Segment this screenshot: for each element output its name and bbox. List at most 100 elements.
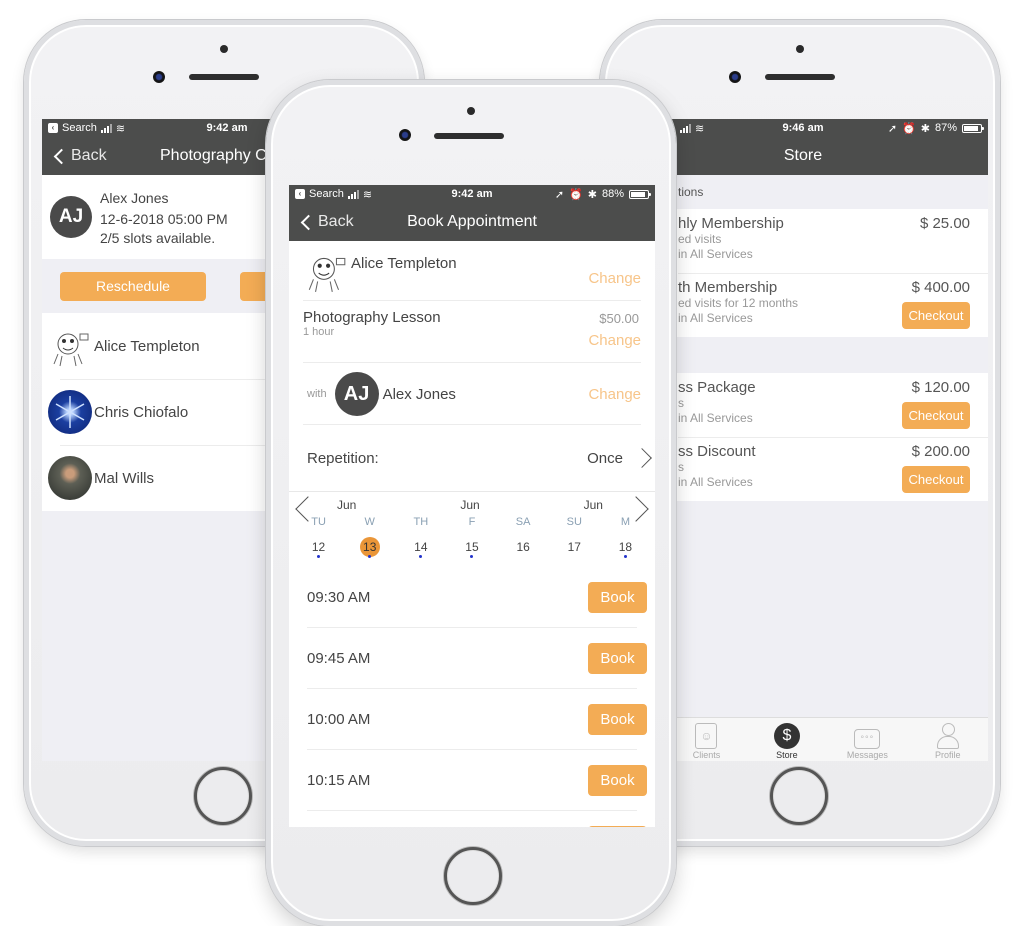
item-scope: in All Services — [678, 311, 753, 325]
service-price: $50.00 — [599, 311, 639, 326]
tab-label: Clients — [692, 750, 721, 760]
front-camera — [729, 71, 741, 83]
book-button[interactable]: Book — [588, 582, 647, 613]
time-slot-row: 10:15 AM Book — [289, 750, 655, 811]
calendar-day[interactable]: 12 — [293, 536, 344, 558]
service-name: Photography Lesson — [303, 309, 441, 326]
home-button[interactable] — [770, 767, 828, 825]
repetition-value: Once — [587, 449, 623, 467]
screen: ‹ Search ≋ 9:42 am ➚ ⏰ ✱ 88% Back Book A… — [289, 185, 655, 827]
event-dot-icon — [368, 555, 372, 558]
checkout-button[interactable]: Checkout — [902, 466, 970, 493]
tab-label: Profile — [935, 750, 961, 760]
change-service-link[interactable]: Change — [588, 332, 641, 349]
store-item[interactable]: ss Discount s in All Services $ 200.00 C… — [678, 437, 988, 501]
service-duration: 1 hour — [303, 326, 335, 338]
calendar-day[interactable]: 16 — [498, 536, 549, 558]
tab-label: Store — [776, 750, 798, 760]
alarm-icon: ⏰ — [902, 122, 916, 135]
day-name: M — [620, 516, 630, 528]
tab-store[interactable]: $ Store — [747, 718, 827, 761]
week-calendar: Jun Jun Jun TU W TH F SA SU M 12 13 14 15 16 17 18 — [289, 491, 655, 567]
client-name: Alice Templeton — [94, 337, 200, 355]
repetition-label: Repetition: — [307, 449, 379, 467]
sketch-avatar — [303, 248, 349, 294]
earpiece-speaker — [189, 74, 259, 80]
calendar-day[interactable]: 15 — [446, 536, 497, 558]
item-title: th Membership — [678, 279, 778, 296]
day-number: 18 — [618, 540, 633, 554]
reschedule-button[interactable]: Reschedule — [60, 271, 206, 301]
nav-bar: Back Book Appointment — [289, 203, 655, 241]
book-button[interactable] — [588, 826, 647, 827]
tab-clients[interactable]: ☺ Clients — [666, 718, 746, 761]
chevron-left-icon — [300, 214, 317, 230]
chevron-left-icon — [53, 148, 70, 164]
class-datetime: 12-6-2018 05:00 PM — [100, 211, 228, 227]
photo-avatar — [48, 456, 92, 500]
tab-profile[interactable]: Profile — [908, 718, 988, 761]
day-name: F — [468, 516, 476, 528]
calendar-day[interactable]: 18 — [600, 536, 651, 558]
month-label: Jun — [337, 498, 357, 512]
calendar-day[interactable]: 17 — [549, 536, 600, 558]
book-button[interactable]: Book — [588, 643, 647, 674]
battery-icon — [962, 123, 984, 133]
store-item[interactable]: ss Package s in All Services $ 120.00 Ch… — [678, 373, 988, 437]
client-name: Chris Chiofalo — [94, 403, 189, 421]
front-camera — [399, 129, 411, 141]
event-dot-icon — [317, 555, 321, 558]
messages-icon: °°° — [854, 729, 881, 749]
store-item[interactable]: th Membership ed visits for 12 months in… — [678, 273, 988, 337]
change-staff-link[interactable]: Change — [588, 386, 641, 403]
repetition-row[interactable]: Repetition: Once — [289, 425, 655, 491]
calendar-day[interactable]: 14 — [395, 536, 446, 558]
change-client-link[interactable]: Change — [588, 270, 641, 287]
store-item[interactable]: hly Membership ed visits in All Services… — [678, 209, 988, 273]
service-row: Photography Lesson 1 hour $50.00 Change — [289, 301, 655, 363]
calendar-days: TU W TH F SA SU M 12 13 14 15 16 17 18 — [289, 512, 655, 558]
back-to-app-label[interactable]: Search — [309, 188, 344, 200]
home-button[interactable] — [194, 767, 252, 825]
back-button[interactable]: Back — [299, 213, 354, 231]
signal-icon — [680, 123, 691, 133]
time-slot-row: 09:30 AM Book — [289, 567, 655, 628]
signal-icon — [347, 189, 359, 199]
earpiece-speaker — [765, 74, 835, 80]
snowflake-avatar — [48, 390, 92, 434]
clients-icon: ☺ — [695, 723, 718, 749]
back-label: Back — [71, 147, 107, 164]
bluetooth-icon: ✱ — [587, 188, 597, 201]
proximity-sensor — [467, 107, 475, 115]
back-button[interactable]: Back — [52, 147, 107, 165]
signal-icon — [100, 123, 112, 133]
alarm-icon: ⏰ — [569, 188, 583, 201]
book-button[interactable]: Book — [588, 765, 647, 796]
item-subtitle: s — [678, 460, 684, 474]
status-bar: ‹ Search ≋ 9:42 am ➚ ⏰ ✱ 88% — [289, 185, 655, 203]
location-icon: ➚ — [554, 188, 565, 201]
calendar-day-selected[interactable]: 13 — [344, 536, 395, 558]
staff-name: Alex Jones — [382, 385, 456, 403]
slot-time: 09:45 AM — [307, 650, 371, 667]
tab-label: Messages — [846, 750, 888, 760]
home-button[interactable] — [444, 847, 502, 905]
book-button[interactable]: Book — [588, 704, 647, 735]
bluetooth-icon: ✱ — [920, 122, 930, 135]
phone-center-book-appointment: ‹ Search ≋ 9:42 am ➚ ⏰ ✱ 88% Back Book A… — [266, 80, 676, 926]
back-to-app-label[interactable]: Search — [62, 122, 97, 134]
back-to-app-icon[interactable]: ‹ — [295, 189, 305, 199]
back-to-app-icon[interactable]: ‹ — [48, 123, 58, 133]
tab-messages[interactable]: °°° Messages — [827, 718, 907, 761]
time-slot-row — [289, 811, 655, 827]
day-number: 17 — [567, 540, 581, 554]
item-price: $ 400.00 — [911, 279, 970, 296]
item-subtitle: s — [678, 396, 684, 410]
item-price: $ 200.00 — [911, 443, 970, 460]
event-dot-icon — [419, 555, 423, 558]
wifi-icon: ≋ — [695, 122, 705, 135]
battery-percent: 88% — [601, 188, 624, 200]
checkout-button[interactable]: Checkout — [902, 402, 970, 429]
checkout-button[interactable]: Checkout — [902, 302, 970, 329]
month-label: Jun — [460, 498, 480, 512]
